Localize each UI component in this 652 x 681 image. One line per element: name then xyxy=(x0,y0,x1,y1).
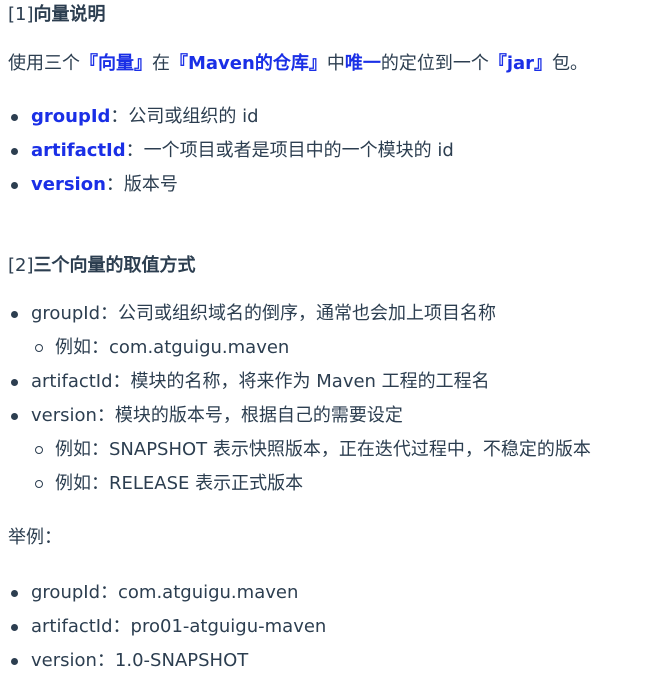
list-item-artifactid: artifactId：一个项目或者是项目中的一个模块的 id xyxy=(8,134,454,168)
list-item-desc: ：版本号 xyxy=(105,174,178,195)
list-item-groupid: groupId：公司或组织的 id xyxy=(8,100,454,134)
section2-heading-text: 三个向量的取值方式 xyxy=(33,255,196,276)
list-item-desc: ：一个项目或者是项目中的一个模块的 id xyxy=(125,140,454,161)
list-item: artifactId：模块的名称，将来作为 Maven 工程的工程名 xyxy=(8,365,591,399)
section1-list: groupId：公司或组织的 id artifactId：一个项目或者是项目中的… xyxy=(8,100,454,202)
section2-heading: [2]三个向量的取值方式 xyxy=(8,249,196,283)
sub-list-item: 例如：SNAPSHOT 表示快照版本，正在迭代过程中，不稳定的版本 xyxy=(8,433,591,467)
intro-text-2: 在 xyxy=(152,53,170,74)
list-item-version: version：版本号 xyxy=(8,168,454,202)
list-item-desc: ：公司或组织的 id xyxy=(110,106,259,127)
sub-list-item: 例如：RELEASE 表示正式版本 xyxy=(8,467,591,501)
list-item: version：模块的版本号，根据自己的需要设定 xyxy=(8,399,591,433)
list-item-key: artifactId xyxy=(31,140,126,161)
list-item-key: version xyxy=(31,174,106,195)
intro-bold-maven-repo: 『Maven的仓库』 xyxy=(170,53,327,74)
list-item: artifactId：pro01-atguigu-maven xyxy=(8,610,326,644)
example-label: 举例： xyxy=(8,527,62,548)
intro-bold-vectors: 『向量』 xyxy=(80,53,152,74)
intro-text-5: 包。 xyxy=(552,53,589,74)
list-item-key: groupId xyxy=(31,106,111,127)
list-item: groupId：com.atguigu.maven xyxy=(8,576,326,610)
intro-text-3: 中 xyxy=(326,53,345,74)
list-item: version：1.0-SNAPSHOT xyxy=(8,644,326,678)
section1-heading-text: 向量说明 xyxy=(33,4,106,25)
document-page: [1]向量说明 使用三个『向量』在『Maven的仓库』中唯一的定位到一个『jar… xyxy=(0,0,652,681)
section1-heading: [1]向量说明 xyxy=(8,0,106,32)
example-list: groupId：com.atguigu.maven artifactId：pro… xyxy=(8,576,326,678)
list-item: groupId：公司或组织域名的倒序，通常也会加上项目名称 xyxy=(8,297,591,331)
section2-heading-number: [2] xyxy=(8,255,34,276)
intro-text-4: 的定位到一个 xyxy=(380,53,489,74)
section1-heading-number: [1] xyxy=(8,4,34,25)
intro-bold-unique: 唯一 xyxy=(344,53,381,74)
intro-text-1: 使用三个 xyxy=(8,53,80,74)
intro-bold-jar: 『jar』 xyxy=(488,53,553,74)
sub-list-item: 例如：com.atguigu.maven xyxy=(8,331,591,365)
section2-list: groupId：公司或组织域名的倒序，通常也会加上项目名称 例如：com.atg… xyxy=(8,297,591,501)
intro-paragraph: 使用三个『向量』在『Maven的仓库』中唯一的定位到一个『jar』包。 xyxy=(8,47,588,81)
